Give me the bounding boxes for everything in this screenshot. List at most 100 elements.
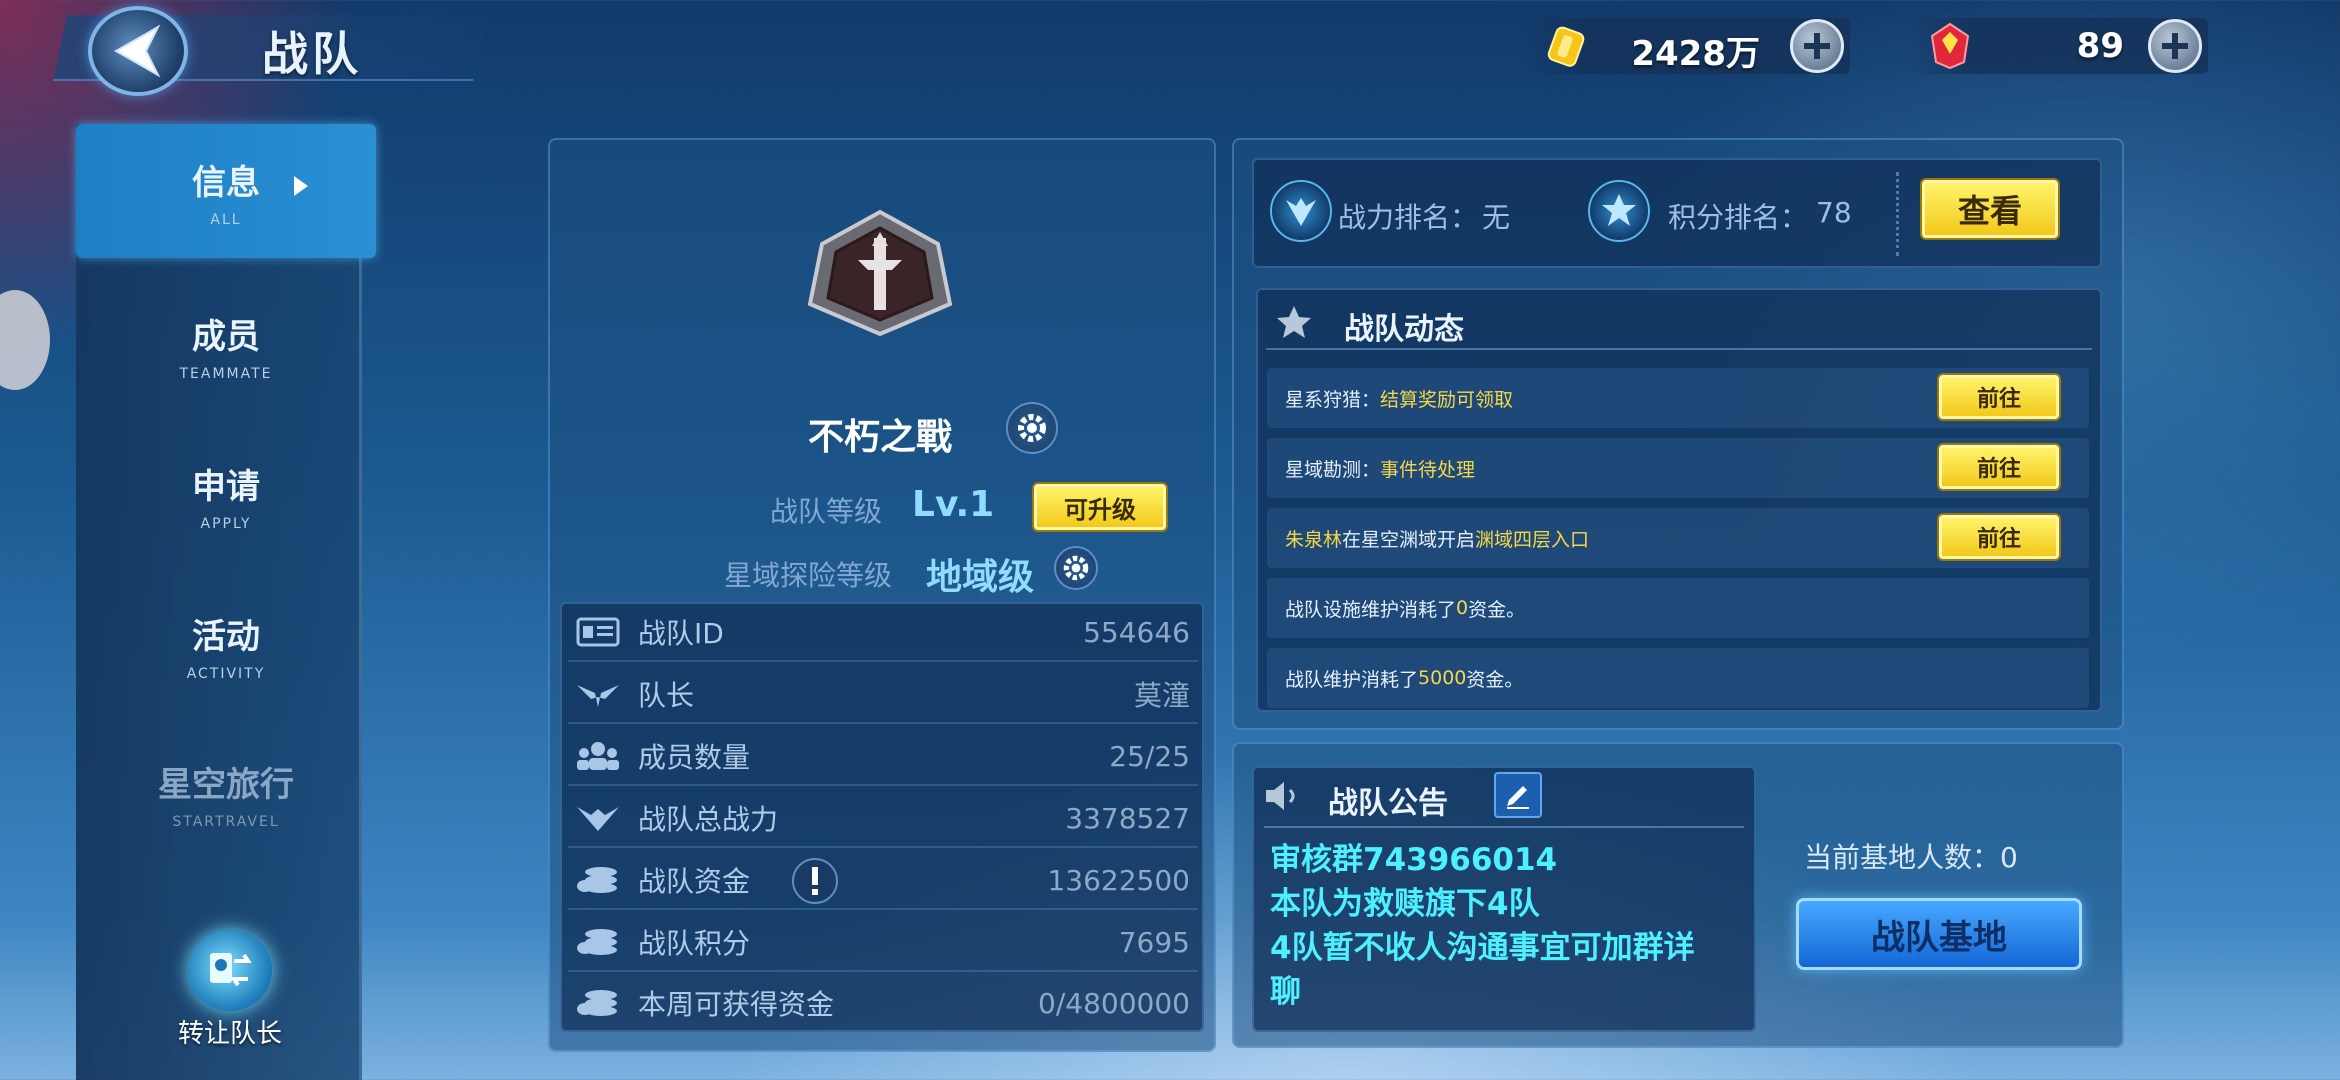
stat-value: 3378527 <box>1065 801 1190 835</box>
stat-row-captain: 队长 莫潼 <box>568 666 1198 724</box>
dynamics-player-name: 朱泉林 <box>1285 528 1343 551</box>
base-count-label: 当前基地人数： <box>1804 841 2001 874</box>
sidebar-item-startravel[interactable]: 星空旅行 STARTRAVEL <box>76 728 376 858</box>
rank-divider <box>1896 172 1899 256</box>
sidebar-item-sublabel: TEAMMATE <box>179 365 273 382</box>
captain-wings-icon <box>577 685 619 707</box>
dynamics-text: 战队维护消耗了 <box>1285 668 1419 691</box>
notice-line: 审核群743966014 <box>1270 842 1558 878</box>
dynamics-prefix: 星系狩猎： <box>1285 388 1381 411</box>
gear-icon <box>1018 414 1046 442</box>
sidebar-item-label: 星空旅行 <box>158 764 294 805</box>
base-count-value: 0 <box>2000 841 2018 874</box>
notice-line: 聊 <box>1270 974 1301 1010</box>
base-count: 当前基地人数：0 <box>1804 836 2018 876</box>
members-icon <box>577 742 619 770</box>
dynamics-highlight: 事件待处理 <box>1380 458 1476 481</box>
dynamics-number: 0 <box>1456 597 1469 619</box>
transfer-captain-icon <box>188 930 272 1011</box>
notice-title-underline <box>1264 826 1744 828</box>
dynamics-number: 5000 <box>1418 667 1467 689</box>
gold-value: 2428万 <box>1631 34 1760 74</box>
pencil-icon <box>1507 786 1529 809</box>
dynamics-prefix: 星域勘测： <box>1285 458 1381 481</box>
caret-right-icon <box>294 176 308 196</box>
add-gem-button[interactable] <box>2148 19 2202 73</box>
explore-level-label: 星域探险等级 <box>724 559 893 592</box>
dynamics-text: 战队设施维护消耗了 <box>1285 598 1457 621</box>
coins-icon <box>577 990 617 1016</box>
red-crystal-icon <box>1930 22 1970 70</box>
dynamics-row: 朱泉林 在星空渊域开启 渊域四层入口 前往 <box>1267 508 2089 568</box>
team-level-label: 战队等级 <box>770 495 883 528</box>
sidebar-item-apply[interactable]: 申请 APPLY <box>76 430 376 560</box>
edit-notice-button[interactable] <box>1494 772 1542 818</box>
notice-title: 战队公告 <box>1328 786 1448 821</box>
stat-row-team-id: 战队ID 554646 <box>568 604 1198 662</box>
stat-value: 莫潼 <box>1133 679 1190 712</box>
coins-icon <box>577 929 617 955</box>
transfer-captain-label: 转让队长 <box>177 1019 282 1049</box>
funds-info-button[interactable] <box>792 858 838 904</box>
sidebar-item-label: 信息 <box>192 162 260 203</box>
upgrade-button[interactable]: 可升级 <box>1034 484 1166 530</box>
stat-value: 13622500 <box>1047 863 1190 897</box>
gold-coin-icon <box>1547 26 1585 67</box>
stat-row-members: 成员数量 25/25 <box>568 728 1198 786</box>
dynamics-row: 战队设施维护消耗了 0 资金。 <box>1267 578 2089 638</box>
power-wings-icon <box>577 807 619 831</box>
sidebar-item-teammate[interactable]: 成员 TEAMMATE <box>76 280 376 410</box>
dynamics-text: 在星空渊域开启 <box>1342 528 1476 551</box>
notice-content: 审核群743966014 本队为救赎旗下4队 4队暂不收人沟通事宜可加群详 聊 <box>1270 838 1746 1014</box>
rename-team-button[interactable] <box>1006 402 1058 454</box>
gem-value: 89 <box>2076 26 2124 66</box>
dynamics-highlight: 渊域四层入口 <box>1475 528 1590 551</box>
id-card-icon <box>576 617 620 647</box>
add-gold-button[interactable] <box>1790 19 1844 73</box>
stat-key: 队长 <box>638 679 695 712</box>
floating-assistant-ball[interactable] <box>0 290 50 390</box>
notice-line: 4队暂不收人沟通事宜可加群详 <box>1270 930 1695 966</box>
stat-key: 战队资金 <box>638 865 751 898</box>
stat-value: 7695 <box>1118 925 1190 959</box>
view-rank-button[interactable]: 查看 <box>1922 180 2058 238</box>
power-rank-value: 无 <box>1482 201 1511 234</box>
exclamation-icon <box>812 867 818 895</box>
page-title: 战队 <box>262 27 362 81</box>
go-button[interactable]: 前往 <box>1939 515 2059 559</box>
dynamics-title: 战队动态 <box>1344 312 1464 347</box>
dynamics-text: 资金。 <box>1468 598 1526 621</box>
power-rank-label: 战力排名： <box>1338 201 1479 234</box>
score-rank-icon <box>1588 180 1650 242</box>
sidebar-item-sublabel: STARTRAVEL <box>172 813 280 830</box>
stat-value: 554646 <box>1083 615 1190 649</box>
transfer-captain-button[interactable]: 转让队长 <box>160 930 300 1050</box>
sidebar-item-label: 成员 <box>192 316 260 357</box>
explore-settings-button[interactable] <box>1054 546 1098 590</box>
go-button[interactable]: 前往 <box>1939 445 2059 489</box>
sidebar-item-activity[interactable]: 活动 ACTIVITY <box>76 580 376 710</box>
gold-resource: 2428万 <box>1520 18 1850 74</box>
stat-key: 战队积分 <box>638 927 751 960</box>
sidebar-item-info[interactable]: 信息 ALL <box>76 124 376 258</box>
stat-row-funds: 战队资金 13622500 <box>568 852 1198 910</box>
team-base-button[interactable]: 战队基地 <box>1796 898 2082 970</box>
dynamics-row: 星系狩猎： 结算奖励可领取 前往 <box>1267 368 2089 428</box>
team-level-value: Lv.1 <box>912 484 995 525</box>
sidebar-item-sublabel: APPLY <box>200 515 252 532</box>
back-button[interactable] <box>88 6 188 96</box>
stat-row-total-power: 战队总战力 3378527 <box>568 790 1198 848</box>
team-name: 不朽之戰 <box>808 417 953 458</box>
gear-icon <box>1063 555 1089 581</box>
dynamics-row: 星域勘测： 事件待处理 前往 <box>1267 438 2089 498</box>
back-arrow-icon <box>113 24 161 78</box>
coins-icon <box>577 867 617 893</box>
notice-line: 本队为救赎旗下4队 <box>1270 886 1540 922</box>
dynamics-title-underline <box>1266 348 2092 350</box>
stat-value: 25/25 <box>1109 739 1190 773</box>
stat-value: 0/4800000 <box>1038 986 1190 1020</box>
go-button[interactable]: 前往 <box>1939 375 2059 419</box>
stat-row-weekly-funds: 本周可获得资金 0/4800000 <box>568 974 1198 1032</box>
team-emblem-icon <box>807 209 953 337</box>
score-rank-label: 积分排名： <box>1668 201 1809 234</box>
